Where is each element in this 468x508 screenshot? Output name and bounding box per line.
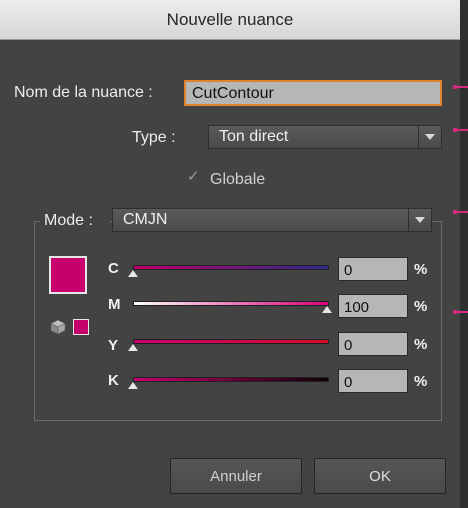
percent-unit: %	[414, 261, 428, 278]
title-bar: Nouvelle nuance	[0, 0, 460, 40]
channel-slider-track[interactable]	[133, 377, 329, 382]
channel-slider-track[interactable]	[133, 301, 329, 306]
channel-letter: M	[108, 296, 121, 313]
cancel-button[interactable]: Annuler	[170, 458, 302, 494]
background-strip	[460, 0, 468, 508]
global-checkbox[interactable]: ✓	[187, 168, 200, 185]
channel-letter: K	[108, 372, 119, 389]
type-dropdown[interactable]: Ton direct	[208, 125, 442, 149]
annotation-marker	[453, 85, 468, 89]
channel-value-input[interactable]	[338, 369, 408, 393]
channel-slider-thumb[interactable]	[128, 344, 138, 351]
annotation-marker	[453, 310, 468, 314]
annotation-marker	[453, 128, 468, 132]
channel-slider-thumb[interactable]	[128, 270, 138, 277]
channel-letter: C	[108, 260, 119, 277]
type-dropdown-arrow[interactable]	[418, 126, 441, 148]
swatch-name-input[interactable]	[184, 80, 442, 106]
mode-selected-value: CMJN	[123, 211, 168, 228]
ok-button[interactable]: OK	[314, 458, 446, 494]
mode-dropdown-arrow[interactable]	[408, 209, 431, 231]
channel-slider-track[interactable]	[133, 265, 329, 270]
swatch-dialog: Nouvelle nuance Nom de la nuance : Type …	[0, 0, 468, 508]
color-preview-swatch	[49, 256, 87, 294]
checkmark-icon: ✓	[187, 168, 200, 185]
percent-unit: %	[414, 336, 428, 353]
mode-dropdown[interactable]: CMJN	[112, 208, 432, 232]
chevron-down-icon	[415, 217, 425, 223]
channel-slider-thumb[interactable]	[128, 382, 138, 389]
channel-value-input[interactable]	[338, 294, 408, 318]
swatch-name-label: Nom de la nuance :	[14, 84, 153, 101]
nearest-color-swatch[interactable]	[73, 319, 89, 335]
chevron-down-icon	[425, 134, 435, 140]
annotation-marker	[453, 210, 468, 214]
out-of-gamut-cube-icon[interactable]	[50, 319, 66, 335]
channel-letter: Y	[108, 337, 119, 354]
global-checkbox-label: Globale	[210, 171, 266, 188]
channel-slider-thumb[interactable]	[322, 306, 332, 313]
channel-slider-track[interactable]	[133, 339, 329, 344]
type-label: Type :	[132, 129, 176, 146]
percent-unit: %	[414, 373, 428, 390]
dialog-title: Nouvelle nuance	[166, 9, 294, 29]
mode-label: Mode :	[44, 212, 93, 229]
channel-value-input[interactable]	[338, 257, 408, 281]
channel-value-input[interactable]	[338, 332, 408, 356]
percent-unit: %	[414, 298, 428, 315]
type-selected-value: Ton direct	[219, 128, 289, 145]
